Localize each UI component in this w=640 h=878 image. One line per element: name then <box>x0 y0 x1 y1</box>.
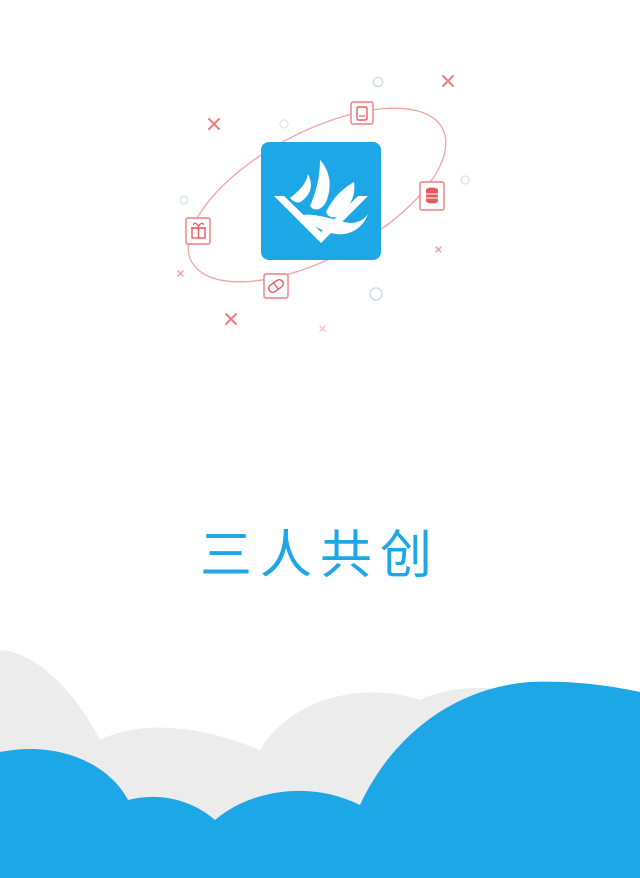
sparkle-dot-icon <box>279 119 289 129</box>
phone-icon <box>350 101 374 125</box>
sparkle-cross-icon <box>319 325 326 332</box>
splash-screen: 三人共创 <box>0 0 640 878</box>
sparkle-dot-icon <box>372 76 384 88</box>
sparkle-cross-icon <box>177 270 184 277</box>
sparkle-dot-icon <box>369 287 383 301</box>
coins-icon <box>419 181 445 211</box>
app-name: 三人共创 <box>199 526 440 586</box>
sparkle-dot-icon <box>460 175 470 185</box>
pills-icon <box>263 273 289 299</box>
sparkle-dot-icon <box>179 195 189 205</box>
hero-illustration <box>177 75 470 332</box>
sparkle-cross-icon <box>435 246 442 253</box>
sparkle-cross-icon <box>208 118 220 130</box>
cloud-footer <box>0 650 640 878</box>
sparkle-cross-icon <box>225 313 237 325</box>
app-logo-icon <box>261 142 381 260</box>
sparkle-cross-icon <box>442 75 454 87</box>
gift-icon <box>185 217 211 245</box>
